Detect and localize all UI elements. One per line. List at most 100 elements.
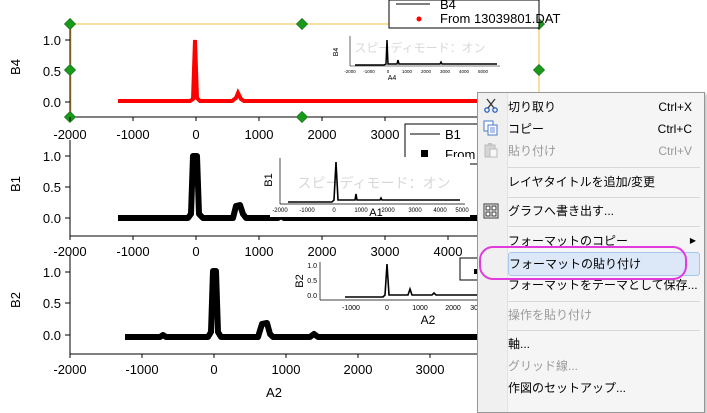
menu-separator xyxy=(508,226,700,227)
x-tick-label: -2000 xyxy=(53,362,86,377)
y-axis-title: B1 xyxy=(8,176,23,192)
menu-item-cut[interactable]: 切り取り Ctrl+X xyxy=(508,96,700,118)
inset-graph-2[interactable]: スピーディモード：オン B1 -2000 -1000 0 1000 2000 3… xyxy=(263,157,470,219)
layer-2[interactable]: 1.0 0.5 0.0 B1 B1 From スピーディモード：オン B1 -2… xyxy=(8,123,486,259)
highlight-ring xyxy=(479,246,687,280)
inset-graph-1[interactable]: スピーディモード：オン B4 -2000 -1000 0 1000 2000 3… xyxy=(333,36,502,82)
inset-tick: 3000 xyxy=(440,69,451,74)
inset-tick: 5000 xyxy=(478,69,489,74)
menu-separator xyxy=(508,330,700,331)
inset-tick: -1000 xyxy=(342,305,360,312)
inset-tick: 1.0 xyxy=(307,263,317,270)
legend-top[interactable]: B4 From 13039801.DAT xyxy=(388,0,560,29)
legend-label: B1 xyxy=(445,127,461,142)
inset-tick: -1000 xyxy=(363,69,375,74)
menu-item-label: グラフへ書き出す... xyxy=(508,204,615,218)
y-tick-label: 1.0 xyxy=(43,149,61,164)
x-tick-label: -1000 xyxy=(116,244,149,259)
menu-item-layer-title[interactable]: レイヤタイトルを追加/変更 xyxy=(508,171,700,193)
x-tick-label: -2000 xyxy=(53,127,86,142)
inset-tick: -2000 xyxy=(272,208,288,214)
menu-item-label: レイヤタイトルを追加/変更 xyxy=(508,175,655,189)
inset-y-title: B2 xyxy=(294,274,306,287)
menu-separator xyxy=(508,167,700,168)
menu-item-label: コピー xyxy=(508,122,545,136)
inset-tick: 0 xyxy=(385,305,389,312)
menu-item-label: 作図のセットアップ... xyxy=(508,381,627,395)
legend-label: From 13039801.DAT xyxy=(440,11,560,26)
menu-item-grid-lines[interactable]: グリッド線... xyxy=(508,355,700,377)
paste-icon xyxy=(484,143,498,158)
menu-item-label: グリッド線... xyxy=(508,359,579,373)
inset-graph-3[interactable]: 1.0 0.5 0.0 B2 -1000 0 1000 2000 3000 A2 xyxy=(290,257,486,328)
inset-tick: 1000 xyxy=(354,208,368,214)
inset-tick: -2000 xyxy=(344,69,356,74)
y-tick-label: 1.0 xyxy=(43,33,61,48)
menu-item-label: 貼り付け xyxy=(508,144,557,158)
inset-y-title: B1 xyxy=(263,173,275,186)
menu-separator xyxy=(508,301,700,302)
inset-tick: 0.5 xyxy=(307,278,317,285)
x-tick-label: 1000 xyxy=(272,362,301,377)
inset-x-title: A4 xyxy=(388,75,397,82)
export-graph-icon xyxy=(483,203,499,219)
inset-tick: 4000 xyxy=(433,208,447,214)
x-tick-label: 4000 xyxy=(434,244,463,259)
menu-item-shortcut: Ctrl+V xyxy=(658,144,692,158)
x-axis-title: A2 xyxy=(266,385,282,400)
inset-watermark: スピーディモード：オン xyxy=(297,175,450,191)
inset-tick: 1000 xyxy=(402,69,413,74)
y-axis-title: B4 xyxy=(8,59,23,75)
inset-tick: 2000 xyxy=(381,208,395,214)
inset-tick: 1000 xyxy=(412,305,428,312)
y-tick-label: 0.5 xyxy=(43,296,61,311)
y-tick-label: 0.5 xyxy=(43,180,61,195)
menu-item-shortcut: Ctrl+X xyxy=(658,100,692,114)
y-tick-label: 0.0 xyxy=(43,95,61,110)
menu-item-copy[interactable]: コピー Ctrl+C xyxy=(508,118,700,140)
inset-tick: 3000 xyxy=(408,208,422,214)
x-tick-label: 0 xyxy=(192,244,199,259)
inset-tick: 2000 xyxy=(445,305,461,312)
x-tick-label: 1000 xyxy=(245,127,274,142)
y-tick-label: 0.0 xyxy=(43,328,61,343)
x-tick-label: 3000 xyxy=(371,127,400,142)
inset-tick: -1000 xyxy=(299,208,315,214)
inset-x-title: A2 xyxy=(421,313,436,327)
menu-item-export-graph[interactable]: グラフへ書き出す... xyxy=(508,200,700,222)
y-tick-label: 0.0 xyxy=(43,211,61,226)
menu-item-label: 軸... xyxy=(508,337,531,351)
menu-item-axis[interactable]: 軸... xyxy=(508,333,700,355)
x-tick-label: 0 xyxy=(210,362,217,377)
inset-x-title: A1 xyxy=(369,207,382,219)
layer-3[interactable]: 1.0 0.5 0.0 B2 1.0 0.5 0.0 B2 -1000 0 10… xyxy=(8,255,486,400)
x-tick-label: -1000 xyxy=(125,362,158,377)
x-tick-label: 2000 xyxy=(308,127,337,142)
submenu-arrow-icon: ▶ xyxy=(689,236,696,245)
inset-watermark: スピーディモード：オン xyxy=(354,40,485,55)
inset-tick: 4000 xyxy=(459,69,470,74)
scissors-icon xyxy=(484,98,498,113)
x-tick-label: 1000 xyxy=(245,244,274,259)
menu-item-shortcut: Ctrl+C xyxy=(657,122,692,136)
inset-tick: 2000 xyxy=(421,69,432,74)
menu-separator xyxy=(508,197,700,198)
inset-tick: 5000 xyxy=(455,208,469,214)
x-tick-label: 2000 xyxy=(308,244,337,259)
y-tick-label: 0.5 xyxy=(43,64,61,79)
menu-item-paste-operation[interactable]: 操作を貼り付け xyxy=(508,304,700,326)
menu-item-plot-setup[interactable]: 作図のセットアップ... xyxy=(508,377,700,399)
menu-item-label: 操作を貼り付け xyxy=(508,308,593,322)
x-tick-label: 0 xyxy=(192,127,199,142)
inset-y-title: B4 xyxy=(333,48,340,57)
menu-item-paste[interactable]: 貼り付け Ctrl+V xyxy=(508,140,700,162)
menu-item-label: 切り取り xyxy=(508,100,557,114)
x-tick-label: 2000 xyxy=(344,362,373,377)
x-tick-label: 3000 xyxy=(371,244,400,259)
y-tick-label: 1.0 xyxy=(43,265,61,280)
inset-tick: 0.0 xyxy=(307,293,317,300)
x-tick-label: 3000 xyxy=(416,362,445,377)
y-axis-title: B2 xyxy=(8,292,23,308)
x-tick-label: -1000 xyxy=(116,127,149,142)
copy-icon xyxy=(483,120,498,136)
